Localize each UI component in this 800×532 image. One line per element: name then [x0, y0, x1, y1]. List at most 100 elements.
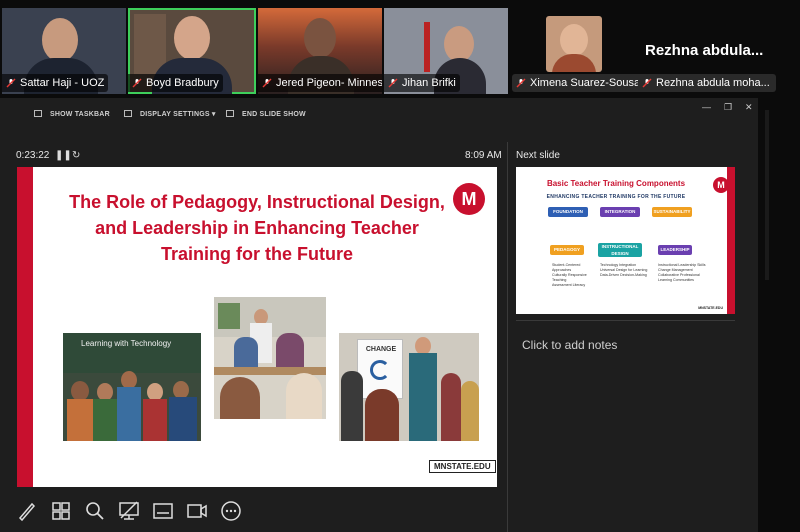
participant-name: Ximena Suarez-Sousa: [512, 74, 647, 92]
next-slide-subtitle: ENHANCING TEACHER TRAINING FOR THE FUTUR…: [546, 194, 686, 200]
person-figure: [276, 333, 304, 369]
participant-strip: Sattar Haji - UOZ Boyd Bradbury Jered Pi…: [0, 0, 800, 96]
participant-tile[interactable]: Jered Pigeon- Minnes...: [258, 8, 382, 94]
person-figure: [169, 397, 197, 441]
pause-icon[interactable]: ❚❚: [55, 150, 72, 161]
participant-face: [174, 16, 210, 60]
photo-caption: Learning with Technology: [81, 339, 172, 348]
participant-face: [444, 26, 474, 62]
person-figure: [117, 387, 141, 441]
participant-avatar[interactable]: [546, 16, 602, 72]
participant-name: Jihan Brifki: [384, 74, 460, 92]
pill-leadership: LEADERSHIP: [658, 245, 692, 255]
speaker-notes-placeholder[interactable]: Click to add notes: [522, 338, 617, 352]
show-taskbar-button[interactable]: SHOW TASKBAR: [34, 110, 110, 118]
pill-sustainability: SUSTAINABILITY: [652, 207, 692, 217]
slides-grid-icon: [52, 502, 70, 520]
taskbar-icon: [34, 110, 42, 117]
scrollbar[interactable]: [765, 110, 769, 280]
slide-accent-bar: [17, 167, 33, 487]
mic-muted-icon: [388, 78, 398, 88]
mic-muted-icon: [132, 78, 142, 88]
person-figure: [93, 399, 117, 441]
cycle-arrows-icon: [370, 360, 390, 380]
presenter-toolbar: SHOW TASKBAR DISPLAY SETTINGS ▾ END SLID…: [0, 98, 758, 134]
person-figure: [441, 373, 461, 441]
restart-timer-icon[interactable]: ↻: [72, 150, 80, 161]
person-figure: [409, 353, 437, 441]
university-logo: M: [453, 183, 485, 215]
notes-divider[interactable]: [516, 320, 735, 321]
flag-pole: [424, 22, 430, 72]
magnifier-icon: [86, 502, 104, 520]
slide-footer-url: MNSTATE.EDU: [698, 306, 723, 310]
participant-shirt: [552, 54, 596, 72]
see-all-slides-icon[interactable]: [50, 500, 72, 522]
next-slide-title: Basic Teacher Training Components: [546, 179, 686, 188]
person-figure: [143, 399, 167, 441]
caption-icon: [153, 503, 173, 519]
participant-name: Sattar Haji - UOZ: [2, 74, 109, 92]
pill-foundation: FOUNDATION: [548, 207, 588, 217]
presenter-view-window: SHOW TASKBAR DISPLAY SETTINGS ▾ END SLID…: [0, 98, 758, 532]
current-slide[interactable]: The Role of Pedagogy, Instructional Desi…: [17, 167, 497, 487]
pill-instructional-design: INSTRUCTIONAL DESIGN: [598, 243, 642, 257]
slide-photo-classroom: [214, 297, 326, 419]
slide-accent-bar: [727, 167, 735, 314]
slide-photo-technology: Learning with Technology: [63, 333, 201, 441]
black-screen-icon[interactable]: [118, 500, 140, 522]
person-figure: [341, 371, 363, 441]
instructional-design-bullets: Technology Integration Universal Design …: [600, 263, 648, 277]
slide-footer-url: MNSTATE.EDU: [429, 460, 496, 473]
monitor-slash-icon: [119, 501, 139, 520]
person-figure: [365, 389, 399, 441]
next-slide-label: Next slide: [516, 150, 560, 161]
person-figure: [461, 381, 479, 441]
more-options-icon[interactable]: [220, 500, 242, 522]
video-camera-icon: [187, 504, 207, 518]
pen-icon: [18, 502, 36, 522]
next-slide-thumbnail[interactable]: M Basic Teacher Training Components ENHA…: [516, 167, 735, 314]
display-icon: [124, 110, 132, 117]
participant-name: Boyd Bradbury: [128, 74, 223, 92]
person-figure: [234, 337, 258, 369]
subtitles-icon[interactable]: [152, 500, 174, 522]
pen-tool-icon[interactable]: [16, 500, 38, 522]
slide-title: The Role of Pedagogy, Instructional Desi…: [69, 192, 445, 264]
end-slide-show-button[interactable]: END SLIDE SHOW: [226, 110, 306, 118]
restore-button[interactable]: ❐: [724, 102, 732, 113]
minimize-button[interactable]: —: [702, 102, 711, 112]
person-figure: [67, 399, 93, 441]
person-figure: [71, 381, 89, 401]
participant-face: [42, 18, 78, 62]
mic-muted-icon: [516, 78, 526, 88]
display-settings-button[interactable]: DISPLAY SETTINGS ▾: [124, 110, 216, 118]
participant-display-name: Rezhna abdula...: [645, 42, 764, 59]
close-button[interactable]: ✕: [745, 102, 753, 113]
camera-toggle-icon[interactable]: [186, 500, 208, 522]
mic-muted-icon: [6, 78, 16, 88]
classroom-window: [218, 303, 240, 329]
person-figure: [220, 377, 260, 419]
participant-tile[interactable]: Jihan Brifki: [384, 8, 508, 94]
pane-divider[interactable]: [507, 142, 508, 532]
zoom-icon[interactable]: [84, 500, 106, 522]
mic-muted-icon: [642, 78, 652, 88]
participant-name: Jered Pigeon- Minnes...: [258, 74, 382, 92]
participant-tile-active[interactable]: Boyd Bradbury: [128, 8, 256, 94]
current-time: 8:09 AM: [465, 150, 502, 161]
participant-name: Rezhna abdula moha...: [638, 74, 776, 92]
pedagogy-bullets: Student-Centered Approaches Culturally R…: [552, 263, 587, 287]
person-figure: [286, 373, 322, 419]
pill-integration: INTEGRATION: [600, 207, 640, 217]
participant-face: [304, 18, 336, 58]
mic-muted-icon: [262, 78, 272, 88]
slide-photo-change: CHANGE: [339, 333, 479, 441]
change-board-text: CHANGE: [365, 346, 397, 353]
ellipsis-icon: [221, 501, 241, 521]
leadership-bullets: Instructional Leadership Skills Change M…: [658, 263, 706, 282]
participant-tile[interactable]: Sattar Haji - UOZ: [2, 8, 126, 94]
end-show-icon: [226, 110, 234, 117]
pill-pedagogy: PEDAGOGY: [550, 245, 584, 255]
elapsed-timer: 0:23:22: [16, 150, 50, 161]
